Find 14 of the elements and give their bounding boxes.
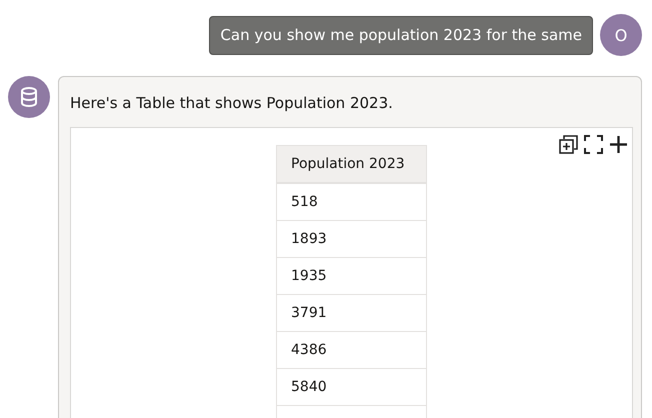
reply-text: Here's a Table that shows Population 2023. [70, 94, 394, 112]
table-cell: 3791 [276, 294, 426, 332]
plus-icon[interactable] [609, 135, 628, 154]
table-cell: 1893 [276, 220, 426, 258]
table-cell: 5840 [276, 368, 426, 406]
table-cell: 1935 [276, 258, 426, 294]
table-cell: 518 [276, 183, 426, 220]
database-icon [20, 87, 38, 107]
user-message: Can you show me population 2023 for the same [209, 16, 593, 54]
column-header: Population 2023 [276, 146, 426, 183]
user-avatar: O [600, 14, 642, 56]
add-copy-icon[interactable] [559, 135, 578, 154]
fullscreen-icon[interactable] [584, 135, 603, 154]
table-cell: 4386 [276, 332, 426, 368]
